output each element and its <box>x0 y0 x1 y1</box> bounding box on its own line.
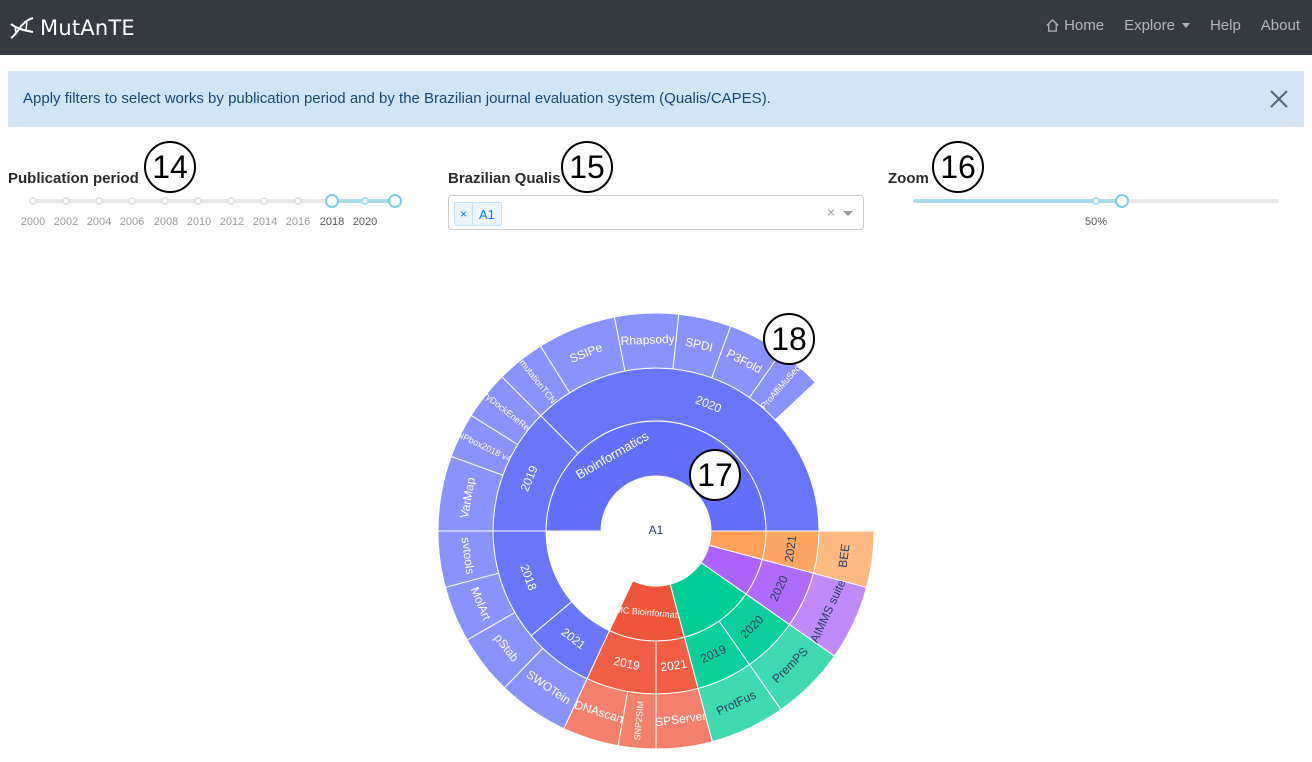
sunburst-tool-label: Rhapsody <box>620 332 675 348</box>
callout-17: 17 <box>689 449 741 501</box>
sunburst-chart: A1Bioinformatics2020P3FoldProAffiMuSeqRh… <box>437 312 875 750</box>
callout-18: 18 <box>763 313 815 365</box>
sunburst-root-label: A1 <box>649 523 664 537</box>
